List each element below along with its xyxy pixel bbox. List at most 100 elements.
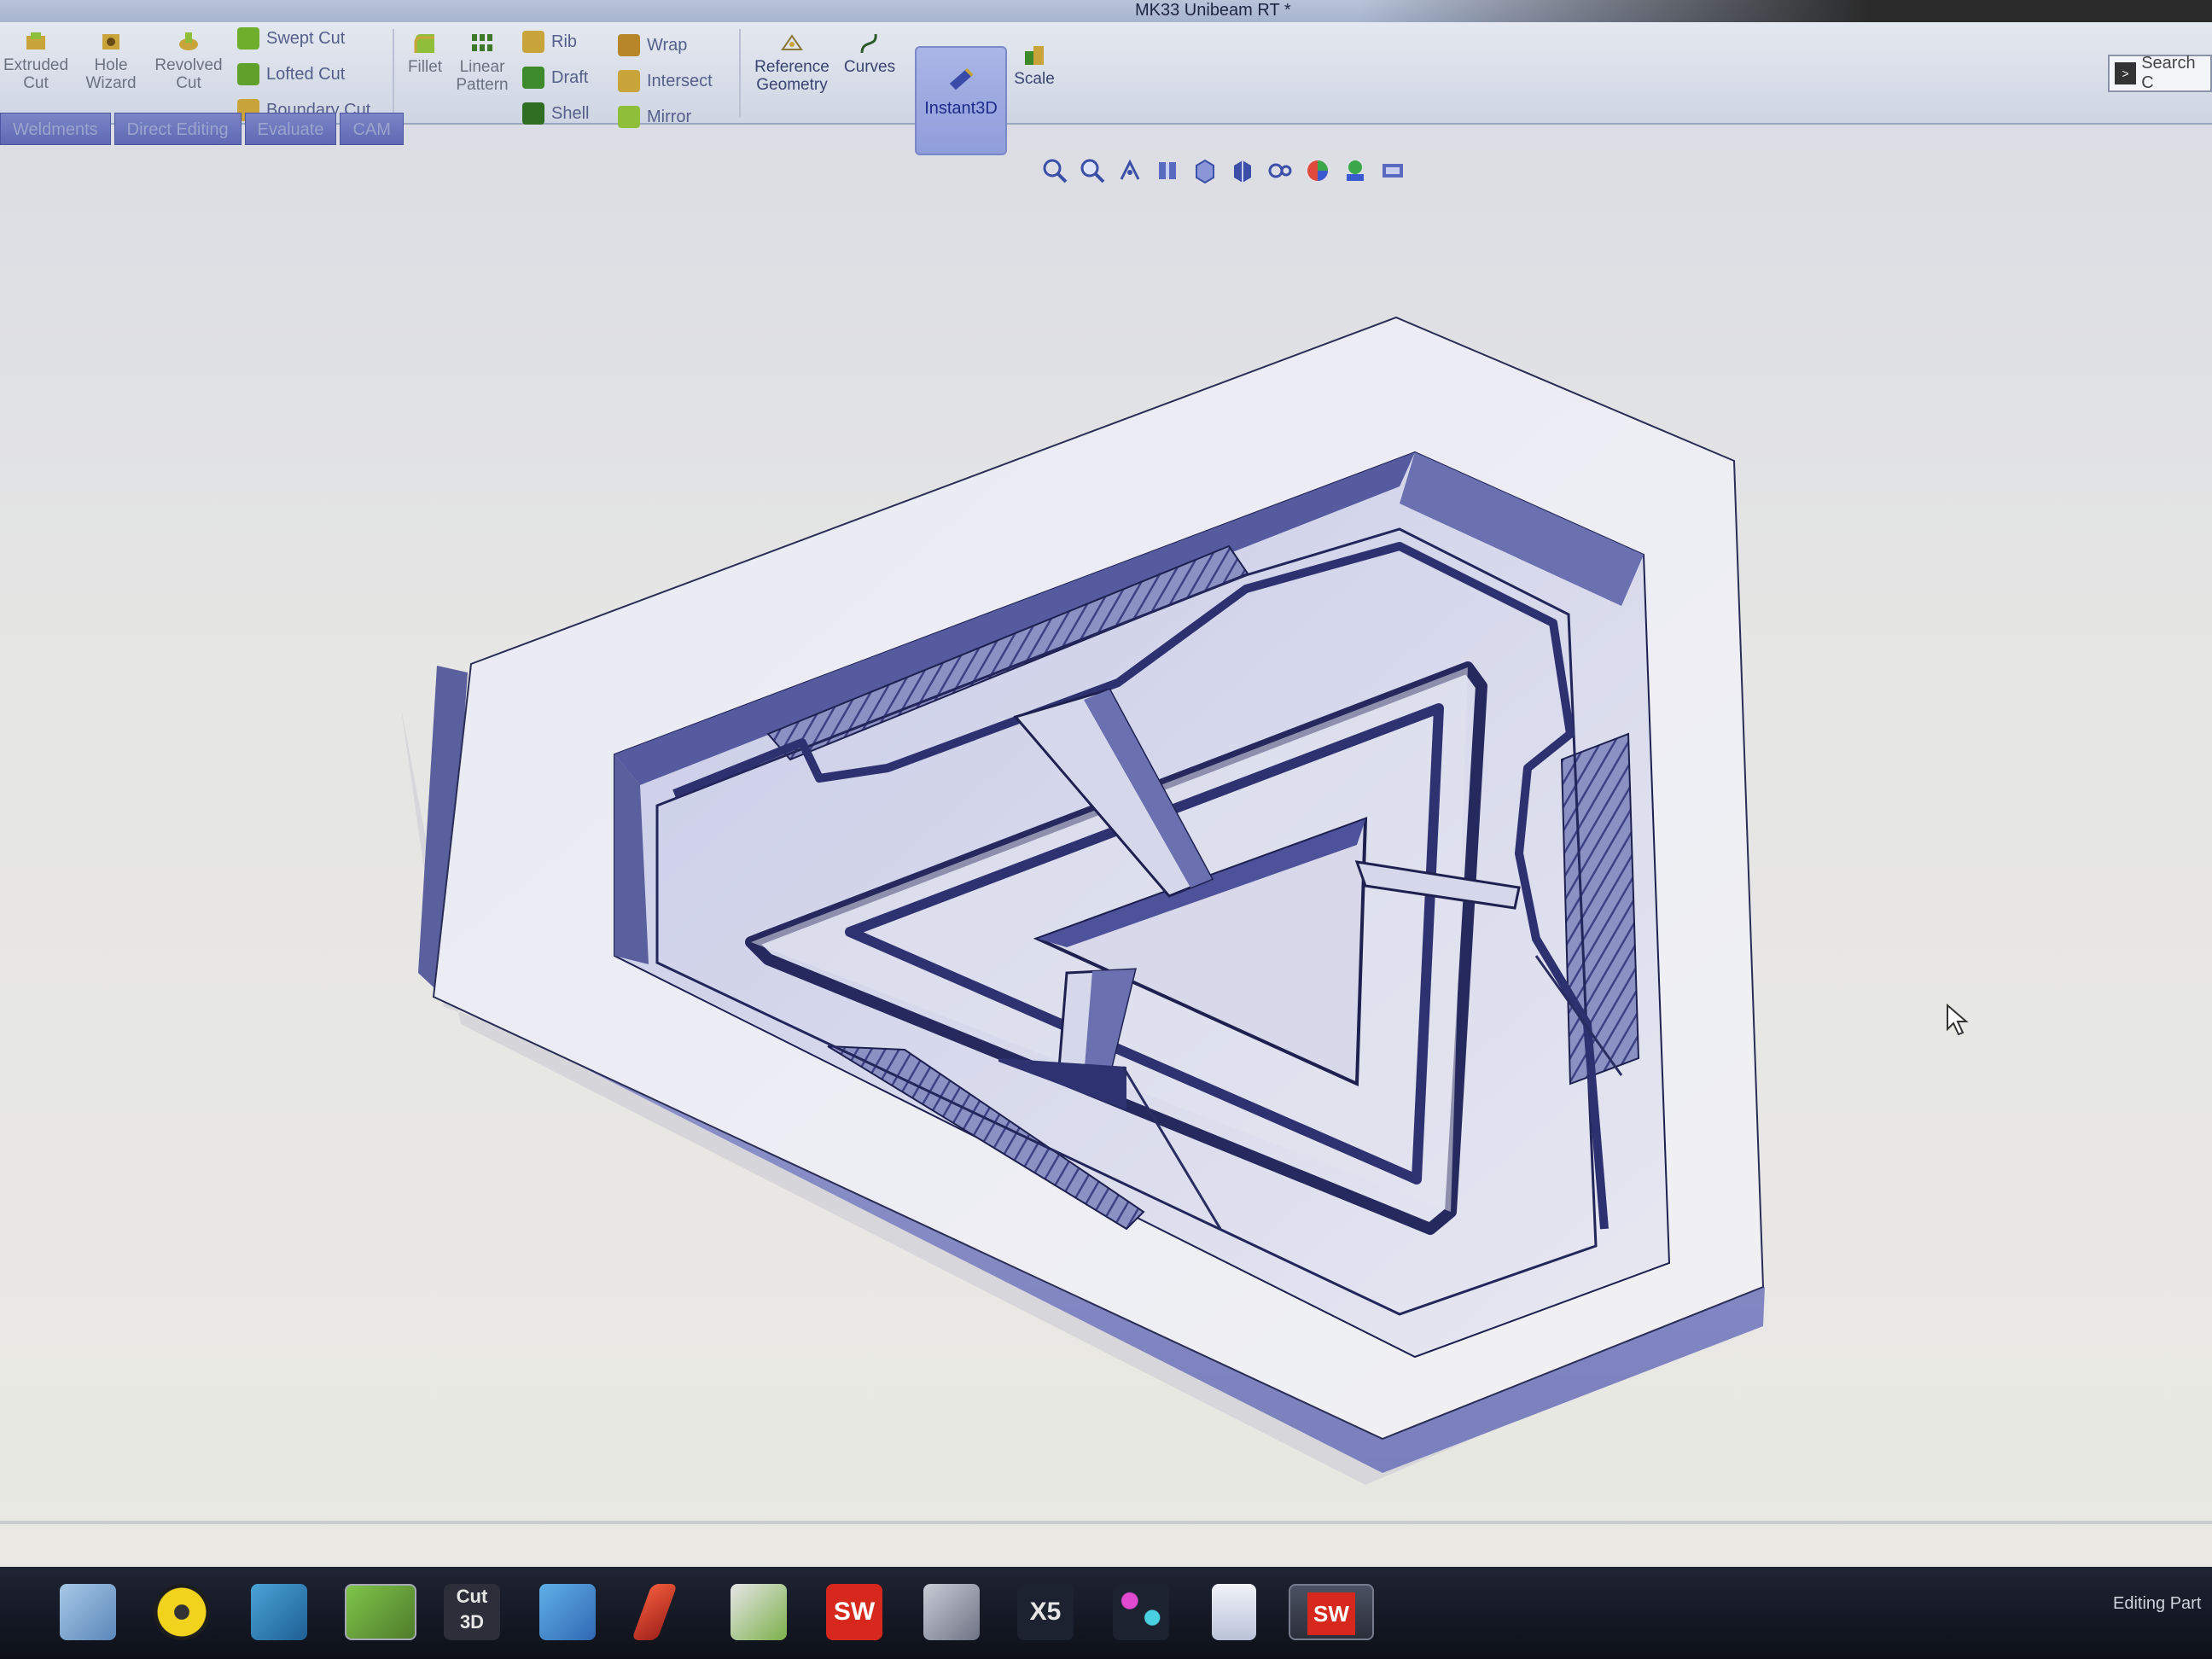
wrap-label: Wrap — [647, 35, 688, 55]
hole-wizard-label: Hole Wizard — [85, 56, 137, 92]
wrap-icon — [618, 34, 640, 56]
intersect-button[interactable]: Intersect — [618, 70, 713, 92]
scale-icon — [1025, 46, 1044, 65]
mirror-label: Mirror — [647, 107, 692, 126]
lofted-cut-button[interactable]: Lofted Cut — [237, 63, 345, 85]
solidworks-active-icon[interactable]: SW — [1289, 1584, 1374, 1640]
x5-app-icon[interactable]: X5 — [1017, 1584, 1074, 1640]
scanner-icon[interactable] — [923, 1584, 980, 1640]
rib-label: Rib — [551, 32, 578, 51]
browser-icon[interactable] — [539, 1584, 596, 1640]
search-icon: > — [2115, 62, 2137, 84]
extruded-cut-button[interactable]: Extruded Cut — [3, 29, 68, 92]
solidworks-active-label: SW — [1307, 1592, 1355, 1635]
solidworks-label: SW — [833, 1598, 876, 1626]
hole-wizard-icon — [102, 34, 119, 49]
curves-icon — [860, 33, 877, 54]
view-orientation-icon[interactable] — [1191, 157, 1219, 184]
scale-button[interactable]: Scale — [1010, 43, 1058, 88]
lofted-cut-label: Lofted Cut — [266, 64, 346, 84]
search-label: Search C — [2141, 54, 2196, 92]
title-bar: MK33 Unibeam RT * — [0, 0, 2212, 22]
sketch-app-icon[interactable] — [345, 1584, 416, 1640]
zoom-to-fit-icon[interactable] — [1041, 157, 1068, 184]
media-disc-icon[interactable] — [154, 1584, 210, 1640]
intersect-icon — [618, 70, 640, 92]
x5-label: X5 — [1029, 1598, 1062, 1626]
status-text: Editing Part — [2113, 1594, 2202, 1613]
instant3d-button[interactable]: Instant3D — [915, 46, 1007, 155]
section-view-icon[interactable] — [1154, 157, 1181, 184]
curves-label: Curves — [843, 58, 896, 76]
pen-tool-icon[interactable] — [631, 1584, 678, 1640]
fillet-icon — [414, 34, 434, 53]
rib-icon — [522, 31, 544, 53]
view-settings-icon[interactable] — [1379, 157, 1406, 184]
zoom-area-icon[interactable] — [1079, 157, 1106, 184]
revolved-cut-icon — [179, 32, 198, 50]
wrap-button[interactable]: Wrap — [618, 34, 687, 56]
part-model[interactable] — [0, 191, 2212, 1522]
linear-pattern-label: Linear Pattern — [456, 58, 509, 94]
apply-scene-icon[interactable] — [1342, 157, 1369, 184]
vent-strip-right — [1560, 732, 1640, 1086]
draft-button[interactable]: Draft — [522, 67, 588, 89]
fillet-label: Fillet — [407, 58, 443, 76]
heads-up-view-toolbar — [1041, 152, 1406, 189]
rib-button[interactable]: Rib — [522, 31, 577, 53]
reference-geometry-icon — [781, 34, 803, 50]
display-style-icon[interactable] — [1229, 157, 1256, 184]
ribbon-separator — [739, 29, 741, 118]
extruded-cut-icon — [26, 32, 45, 49]
revolved-cut-button[interactable]: Revolved Cut — [152, 29, 225, 92]
graphics-viewport[interactable] — [0, 191, 2212, 1522]
tab-cam[interactable]: CAM — [340, 113, 404, 145]
molecule-app-icon[interactable] — [1113, 1584, 1169, 1640]
edit-appearance-icon[interactable] — [1304, 157, 1331, 184]
revolved-cut-label: Revolved Cut — [154, 56, 223, 92]
linear-pattern-icon — [472, 34, 492, 51]
hide-show-icon[interactable] — [1266, 157, 1294, 184]
instant3d-label: Instant3D — [924, 99, 998, 118]
intersect-label: Intersect — [647, 71, 713, 90]
curves-button[interactable]: Curves — [841, 31, 898, 76]
tab-direct-editing[interactable]: Direct Editing — [114, 113, 242, 145]
instant3d-icon — [949, 67, 974, 90]
command-manager-tabs: Weldments Direct Editing Evaluate CAM — [0, 113, 407, 147]
document-icon[interactable] — [1212, 1584, 1256, 1640]
solidworks-icon[interactable]: SW — [826, 1584, 882, 1640]
mirror-button[interactable]: Mirror — [618, 106, 691, 128]
hole-wizard-button[interactable]: Hole Wizard — [79, 29, 143, 92]
shell-button[interactable]: Shell — [522, 102, 589, 125]
tab-evaluate[interactable]: Evaluate — [244, 113, 337, 145]
shell-label: Shell — [551, 103, 590, 123]
shell-icon — [522, 102, 544, 125]
ds-app-icon[interactable] — [731, 1584, 787, 1640]
swept-cut-icon — [237, 27, 259, 49]
cut3d-icon[interactable]: Cut 3D — [444, 1584, 500, 1640]
previous-view-icon[interactable] — [1116, 157, 1144, 184]
command-manager-ribbon: Extruded Cut Hole Wizard Revolved Cut Sw… — [0, 22, 2212, 155]
mouse-cursor-icon — [1947, 1004, 1969, 1036]
fillet-button[interactable]: Fillet — [401, 31, 449, 76]
swept-cut-label: Swept Cut — [266, 28, 346, 48]
mirror-icon — [618, 106, 640, 128]
windows-taskbar: Cut 3D SW X5 SW — [0, 1567, 2212, 1659]
reference-geometry-label: Reference Geometry — [754, 58, 830, 94]
file-explorer-icon[interactable] — [60, 1584, 116, 1640]
status-divider — [0, 1521, 2212, 1524]
reference-geometry-button[interactable]: Reference Geometry — [748, 31, 836, 94]
ribbon-separator — [393, 29, 394, 118]
linear-pattern-button[interactable]: Linear Pattern — [452, 31, 512, 94]
search-commands-box[interactable]: > Search C — [2108, 54, 2212, 92]
window-title: MK33 Unibeam RT * — [1135, 1, 1291, 20]
tab-weldments[interactable]: Weldments — [0, 113, 111, 145]
swept-cut-button[interactable]: Swept Cut — [237, 27, 345, 49]
draft-label: Draft — [551, 67, 589, 87]
draft-icon — [522, 67, 544, 89]
app-icon[interactable] — [251, 1584, 307, 1640]
extruded-cut-label: Extruded Cut — [3, 56, 69, 92]
title-bar-shade — [1359, 0, 2212, 22]
cut3d-label: Cut 3D — [456, 1586, 488, 1633]
scale-label: Scale — [1014, 70, 1055, 88]
